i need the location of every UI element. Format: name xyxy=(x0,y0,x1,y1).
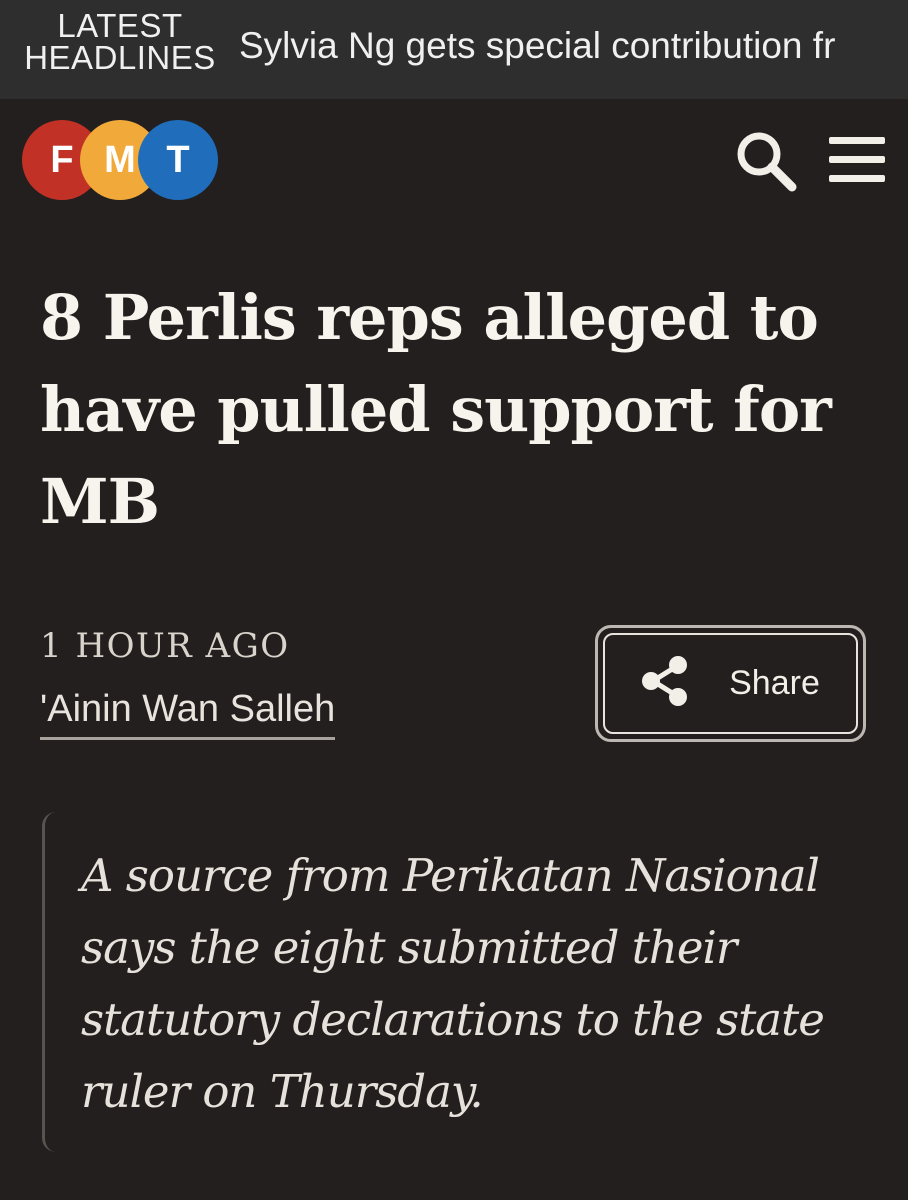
search-icon[interactable] xyxy=(733,128,799,194)
latest-headlines-ticker[interactable]: LATEST HEADLINES Sylvia Ng gets special … xyxy=(0,0,908,99)
share-label: Share xyxy=(729,664,820,702)
logo-letter-t: T xyxy=(138,120,218,200)
site-header: F M T xyxy=(0,99,908,219)
hamburger-menu-icon[interactable] xyxy=(829,135,885,185)
summary-text: A source from Perikatan Nasional says th… xyxy=(81,849,825,1118)
article-summary-quote: A source from Perikatan Nasional says th… xyxy=(42,812,871,1152)
article-timestamp: 1 HOUR AGO xyxy=(40,626,290,666)
ticker-label: LATEST HEADLINES xyxy=(20,7,220,76)
article-headline: 8 Perlis reps alleged to have pulled sup… xyxy=(40,281,832,538)
share-button-inner: Share xyxy=(603,633,858,734)
share-button[interactable]: Share xyxy=(595,625,866,742)
ticker-label-line2: HEADLINES xyxy=(24,39,216,76)
ticker-label-line1: LATEST xyxy=(57,7,183,44)
fmt-logo[interactable]: F M T xyxy=(22,120,222,200)
share-icon xyxy=(641,655,689,712)
author-link[interactable]: 'Ainin Wan Salleh xyxy=(40,688,336,740)
ticker-headline-link[interactable]: Sylvia Ng gets special contribution fr xyxy=(239,24,889,68)
